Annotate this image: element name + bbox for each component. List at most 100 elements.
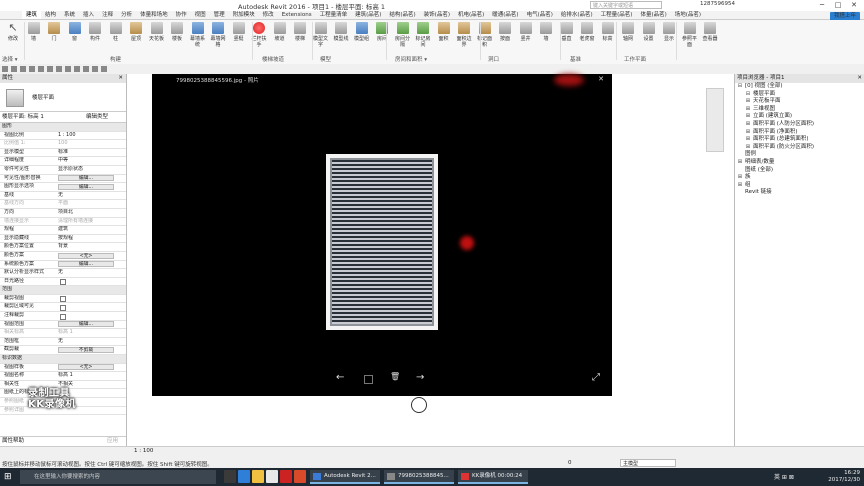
undo-icon[interactable] [20, 66, 26, 72]
tab-item[interactable]: 建筑 [22, 11, 42, 19]
expand-toggle-icon[interactable]: ⊞ [745, 121, 751, 129]
3d-view-icon[interactable] [65, 66, 71, 72]
ribbon-button[interactable]: 坡道 [271, 22, 289, 42]
ribbon-button[interactable]: 轴网 [619, 22, 637, 42]
ribbon-button[interactable]: 模型组 [353, 22, 371, 42]
ribbon-panel-label[interactable]: 洞口 [488, 55, 499, 63]
property-group-header[interactable]: 范围 [0, 286, 126, 295]
taskbar-item-recorder[interactable]: KK录像机 00:00:24 [458, 470, 528, 484]
ribbon-button[interactable]: 参照平面 [681, 22, 699, 48]
ribbon-button[interactable]: 老虎窗 [578, 22, 596, 42]
tab-item[interactable]: 结构 [41, 11, 60, 19]
ribbon-button[interactable]: 墙 [25, 22, 43, 42]
ribbon-button[interactable]: 楼板 [168, 22, 186, 42]
property-value[interactable]: 标准 [58, 149, 68, 157]
property-value[interactable]: 显示原状态 [58, 166, 83, 174]
task-view-icon[interactable] [224, 470, 236, 483]
tab-item[interactable]: 体量(品茗) [636, 11, 670, 19]
expand-toggle-icon[interactable]: ⊟ [745, 91, 751, 99]
ribbon-panel-label[interactable]: 工作平面 [624, 55, 646, 63]
property-edit-button[interactable]: 编辑... [58, 321, 114, 328]
store-icon[interactable] [266, 470, 278, 483]
ribbon-button[interactable]: 按面 [496, 22, 514, 42]
ribbon-button[interactable]: 面积边界 [455, 22, 473, 48]
tab-item[interactable]: 暖通(品茗) [488, 11, 522, 19]
browser-tree-item[interactable]: ⊞ 明细表/数量 [735, 159, 864, 167]
ribbon-button[interactable]: 窗 [66, 22, 84, 42]
tab-item[interactable]: 视图 [191, 11, 210, 19]
expand-toggle-icon[interactable]: ⊞ [737, 159, 743, 167]
property-value[interactable]: 项目北 [58, 209, 73, 217]
property-value[interactable]: 背景 [58, 243, 68, 251]
tab-item[interactable]: 注释 [98, 11, 117, 19]
tab-item[interactable]: 建筑(品茗) [351, 11, 385, 19]
ribbon-button[interactable]: 模型文字 [312, 22, 330, 48]
powerpoint-icon[interactable] [294, 470, 306, 483]
ribbon-button[interactable]: 面积 [435, 22, 453, 42]
ribbon-button[interactable]: 幕墙网格 [209, 22, 227, 48]
edit-type-button[interactable]: 编辑类型 [86, 112, 108, 122]
text-icon[interactable] [56, 66, 62, 72]
help-search-input[interactable]: 键入关键字或短语 [590, 1, 662, 9]
tab-item[interactable]: 场地(品茗) [671, 11, 705, 19]
property-value[interactable]: 无 [58, 269, 63, 277]
ribbon-button[interactable]: ↖ 修改 [4, 22, 22, 43]
photo-close-button[interactable]: ✕ [598, 75, 604, 83]
tab-item[interactable]: 装饰(品茗) [420, 11, 454, 19]
apply-button[interactable]: 应用 [107, 437, 118, 446]
browser-tree-item[interactable]: ⊞ 面积平面 (人防分区面积) [735, 121, 864, 129]
ribbon-panel-label[interactable]: 模型 [320, 55, 331, 63]
ribbon-button[interactable]: 房间分隔 [394, 22, 412, 48]
property-edit-button[interactable]: 编辑... [58, 175, 114, 182]
next-button[interactable]: → [416, 372, 424, 383]
property-value[interactable]: 1 : 100 [58, 132, 76, 140]
tab-item[interactable]: 插入 [79, 11, 98, 19]
tab-item[interactable]: 结构(品茗) [385, 11, 419, 19]
property-value[interactable]: 中等 [58, 157, 68, 165]
ribbon-button[interactable]: 天花板 [148, 22, 166, 42]
tab-item[interactable]: 电气(品茗) [523, 11, 557, 19]
browser-tree-item[interactable]: ⊞ 面积平面 (总建筑面积) [735, 136, 864, 144]
ribbon-button[interactable]: 竖井 [517, 22, 535, 42]
tab-item[interactable]: 附加模块 [229, 11, 259, 19]
tab-item[interactable]: 管理 [210, 11, 229, 19]
close-hidden-icon[interactable] [92, 66, 98, 72]
property-group-header[interactable]: 图形 [0, 123, 126, 132]
property-edit-button[interactable]: 不剪裁 [58, 347, 114, 354]
acrobat-icon[interactable] [280, 470, 292, 483]
type-selector[interactable]: 楼层平面 [0, 83, 126, 112]
ribbon-button[interactable]: 竖梃 [230, 22, 248, 42]
redo-icon[interactable] [29, 66, 35, 72]
property-value[interactable]: 无 [58, 192, 63, 200]
tab-item[interactable]: 分析 [117, 11, 136, 19]
system-tray-icons[interactable]: 英 ⊞ ⊠ [774, 472, 794, 481]
ribbon-button[interactable]: 查看器 [701, 22, 719, 42]
delete-button[interactable]: 🗑 [390, 372, 400, 381]
taskbar-search-input[interactable]: 在这里输入你要搜索的内容 [20, 470, 216, 484]
ribbon-button[interactable]: 标高 [599, 22, 617, 42]
property-checkbox[interactable] [60, 296, 66, 303]
ribbon-button[interactable]: 标记面积 [476, 22, 494, 48]
ribbon-panel-label[interactable]: 房间和面积 ▾ [395, 55, 427, 63]
windows-start-icon[interactable]: ⊞ [4, 472, 14, 482]
property-group-header[interactable]: 标识数据 [0, 355, 126, 364]
close-icon[interactable]: ✕ [857, 74, 862, 83]
expand-toggle-icon[interactable]: ⊞ [745, 106, 751, 114]
ribbon-panel-label[interactable]: 基准 [570, 55, 581, 63]
property-edit-button[interactable]: 编辑... [58, 183, 114, 190]
tab-item[interactable]: 工程量清单 [316, 11, 352, 19]
ribbon-button[interactable]: 房间 [373, 22, 391, 42]
property-value[interactable]: 建筑 [58, 226, 68, 234]
save-icon[interactable] [11, 66, 17, 72]
ribbon-button[interactable]: 构件 [86, 22, 104, 42]
tab-item[interactable]: 体量和场地 [136, 11, 172, 19]
tab-item[interactable]: 给排水(品茗) [557, 11, 597, 19]
expand-toggle-icon[interactable]: ⊞ [737, 174, 743, 182]
browser-tree-item[interactable]: ⊟ [0] 视图 (全部) [735, 83, 864, 91]
user-account[interactable]: 1287596954 [700, 1, 735, 7]
browser-tree-item[interactable]: ⊞ 天花板平面 [735, 98, 864, 106]
ribbon-button[interactable]: 屋顶 [127, 22, 145, 42]
switch-windows-icon[interactable] [101, 66, 107, 72]
ribbon-button[interactable]: 幕墙系统 [189, 22, 207, 48]
navigation-bar[interactable] [706, 88, 724, 152]
